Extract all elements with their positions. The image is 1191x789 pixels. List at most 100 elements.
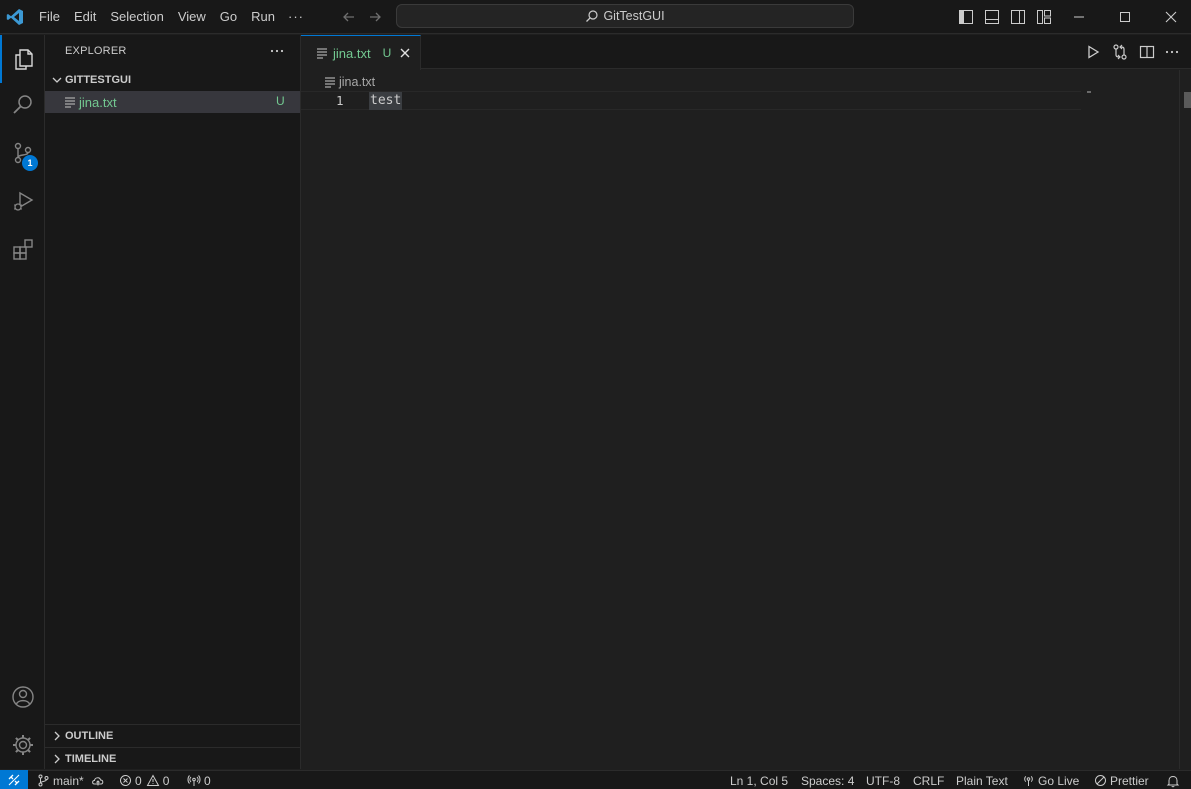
code-line-text[interactable]: test bbox=[369, 92, 403, 110]
warning-icon bbox=[146, 774, 160, 786]
command-center-label: GitTestGUI bbox=[603, 9, 665, 23]
breadcrumb-file: jina.txt bbox=[339, 75, 376, 89]
explorer-more-button[interactable] bbox=[267, 43, 287, 59]
branch-indicator[interactable]: main* bbox=[37, 771, 84, 789]
text-file-icon bbox=[317, 48, 327, 59]
run-debug-activity[interactable] bbox=[0, 177, 45, 225]
menu-selection[interactable]: Selection bbox=[103, 5, 170, 29]
open-changes-button[interactable] bbox=[1111, 43, 1129, 61]
split-editor-icon bbox=[1139, 45, 1155, 59]
explorer-sidebar: EXPLORER GITTESTGUI jina.txt U OUTLINE T… bbox=[45, 35, 301, 769]
back-arrow-icon[interactable] bbox=[339, 7, 359, 27]
compare-changes-icon bbox=[1113, 44, 1127, 60]
problems-indicator[interactable]: 0 0 bbox=[119, 771, 169, 789]
publish-branch-button[interactable] bbox=[91, 771, 108, 789]
outline-section-header[interactable]: OUTLINE bbox=[45, 725, 300, 747]
minimap[interactable] bbox=[1087, 91, 1091, 93]
close-icon bbox=[1165, 11, 1177, 23]
line-number: 1 bbox=[336, 93, 344, 108]
error-count: 0 bbox=[135, 773, 142, 788]
source-control-badge: 1 bbox=[22, 155, 38, 171]
tab-jina-txt[interactable]: jina.txt U bbox=[301, 35, 421, 70]
notifications-button[interactable] bbox=[1166, 771, 1183, 789]
explorer-activity[interactable] bbox=[0, 35, 45, 83]
close-icon bbox=[400, 48, 410, 58]
vscode-logo-icon bbox=[5, 7, 25, 27]
go-live-icon bbox=[1024, 775, 1033, 786]
source-control-activity[interactable] bbox=[0, 129, 45, 177]
broadcast-icon bbox=[187, 775, 201, 786]
search-activity[interactable] bbox=[0, 81, 45, 129]
bottom-sections: OUTLINE TIMELINE bbox=[45, 724, 300, 765]
go-live-button[interactable]: Go Live bbox=[1022, 771, 1079, 789]
toggle-primary-sidebar-icon[interactable] bbox=[956, 7, 976, 27]
play-icon bbox=[1088, 45, 1100, 59]
folder-section-header[interactable]: GITTESTGUI bbox=[45, 69, 300, 91]
text-file-icon bbox=[65, 97, 75, 108]
go-live-label: Go Live bbox=[1038, 773, 1080, 788]
more-icon bbox=[1165, 50, 1179, 54]
extensions-icon bbox=[12, 239, 33, 260]
tab-label: jina.txt bbox=[333, 45, 371, 61]
manage-activity[interactable] bbox=[0, 721, 45, 769]
editor-area: jina.txt U jina.txt 1 test bbox=[301, 35, 1191, 769]
scrollbar-track bbox=[1179, 70, 1180, 769]
extensions-activity[interactable] bbox=[0, 225, 45, 273]
chevron-right-icon bbox=[54, 731, 60, 741]
chevron-right-icon bbox=[54, 754, 60, 763]
cloud-upload-icon bbox=[92, 777, 104, 786]
prettier-label: Prettier bbox=[1110, 773, 1149, 788]
account-icon bbox=[11, 686, 34, 708]
chevron-down-icon bbox=[52, 77, 62, 83]
current-line-highlight bbox=[301, 91, 1081, 110]
end-of-line[interactable]: CRLF bbox=[913, 771, 944, 789]
file-item-jina-txt[interactable]: jina.txt U bbox=[45, 91, 300, 113]
editor-more-button[interactable] bbox=[1163, 43, 1181, 61]
toggle-secondary-sidebar-icon[interactable] bbox=[1008, 7, 1028, 27]
outline-label: OUTLINE bbox=[65, 730, 114, 742]
text-file-icon bbox=[325, 77, 335, 88]
menu-view[interactable]: View bbox=[171, 5, 213, 29]
accounts-activity[interactable] bbox=[0, 673, 45, 721]
files-icon bbox=[14, 49, 33, 70]
prettier-button[interactable]: Prettier bbox=[1094, 771, 1149, 789]
warning-count: 0 bbox=[162, 773, 170, 788]
language-mode[interactable]: Plain Text bbox=[956, 771, 1008, 789]
command-center-search[interactable]: GitTestGUI bbox=[396, 4, 854, 28]
maximize-icon bbox=[1120, 12, 1130, 22]
timeline-section-header[interactable]: TIMELINE bbox=[45, 747, 300, 769]
close-tab-button[interactable] bbox=[397, 45, 413, 61]
menu-more-button[interactable]: ··· bbox=[282, 5, 310, 29]
close-window-button[interactable] bbox=[1148, 0, 1191, 34]
file-git-status: U bbox=[276, 94, 285, 108]
split-editor-button[interactable] bbox=[1138, 43, 1156, 61]
file-name: jina.txt bbox=[79, 94, 117, 110]
cursor-position[interactable]: Ln 1, Col 5 bbox=[730, 771, 788, 789]
menu-file[interactable]: File bbox=[32, 5, 67, 29]
forward-arrow-icon[interactable] bbox=[365, 7, 385, 27]
minimize-button[interactable] bbox=[1056, 0, 1102, 34]
timeline-label: TIMELINE bbox=[65, 752, 117, 765]
menu-edit[interactable]: Edit bbox=[67, 5, 103, 29]
git-branch-icon bbox=[38, 774, 49, 787]
search-icon bbox=[12, 95, 32, 114]
maximize-button[interactable] bbox=[1102, 0, 1148, 34]
menu-bar: File Edit Selection View Go Run ··· bbox=[32, 0, 310, 34]
customize-layout-icon[interactable] bbox=[1034, 7, 1054, 27]
menu-go[interactable]: Go bbox=[213, 5, 244, 29]
ports-indicator[interactable]: 0 bbox=[187, 771, 211, 789]
indentation[interactable]: Spaces: 4 bbox=[801, 771, 854, 789]
menu-run[interactable]: Run bbox=[244, 5, 282, 29]
breadcrumb[interactable]: jina.txt bbox=[323, 73, 375, 91]
more-icon bbox=[270, 49, 284, 53]
scrollbar-thumb[interactable] bbox=[1184, 92, 1191, 108]
bell-icon bbox=[1166, 775, 1180, 787]
remote-indicator[interactable] bbox=[0, 770, 28, 789]
search-icon bbox=[585, 9, 599, 23]
toggle-panel-icon[interactable] bbox=[982, 7, 1002, 27]
run-file-button[interactable] bbox=[1084, 43, 1102, 61]
explorer-title: EXPLORER bbox=[65, 45, 127, 57]
run-debug-icon bbox=[13, 191, 33, 211]
prettier-status-icon bbox=[1095, 775, 1106, 786]
encoding[interactable]: UTF-8 bbox=[866, 771, 900, 789]
